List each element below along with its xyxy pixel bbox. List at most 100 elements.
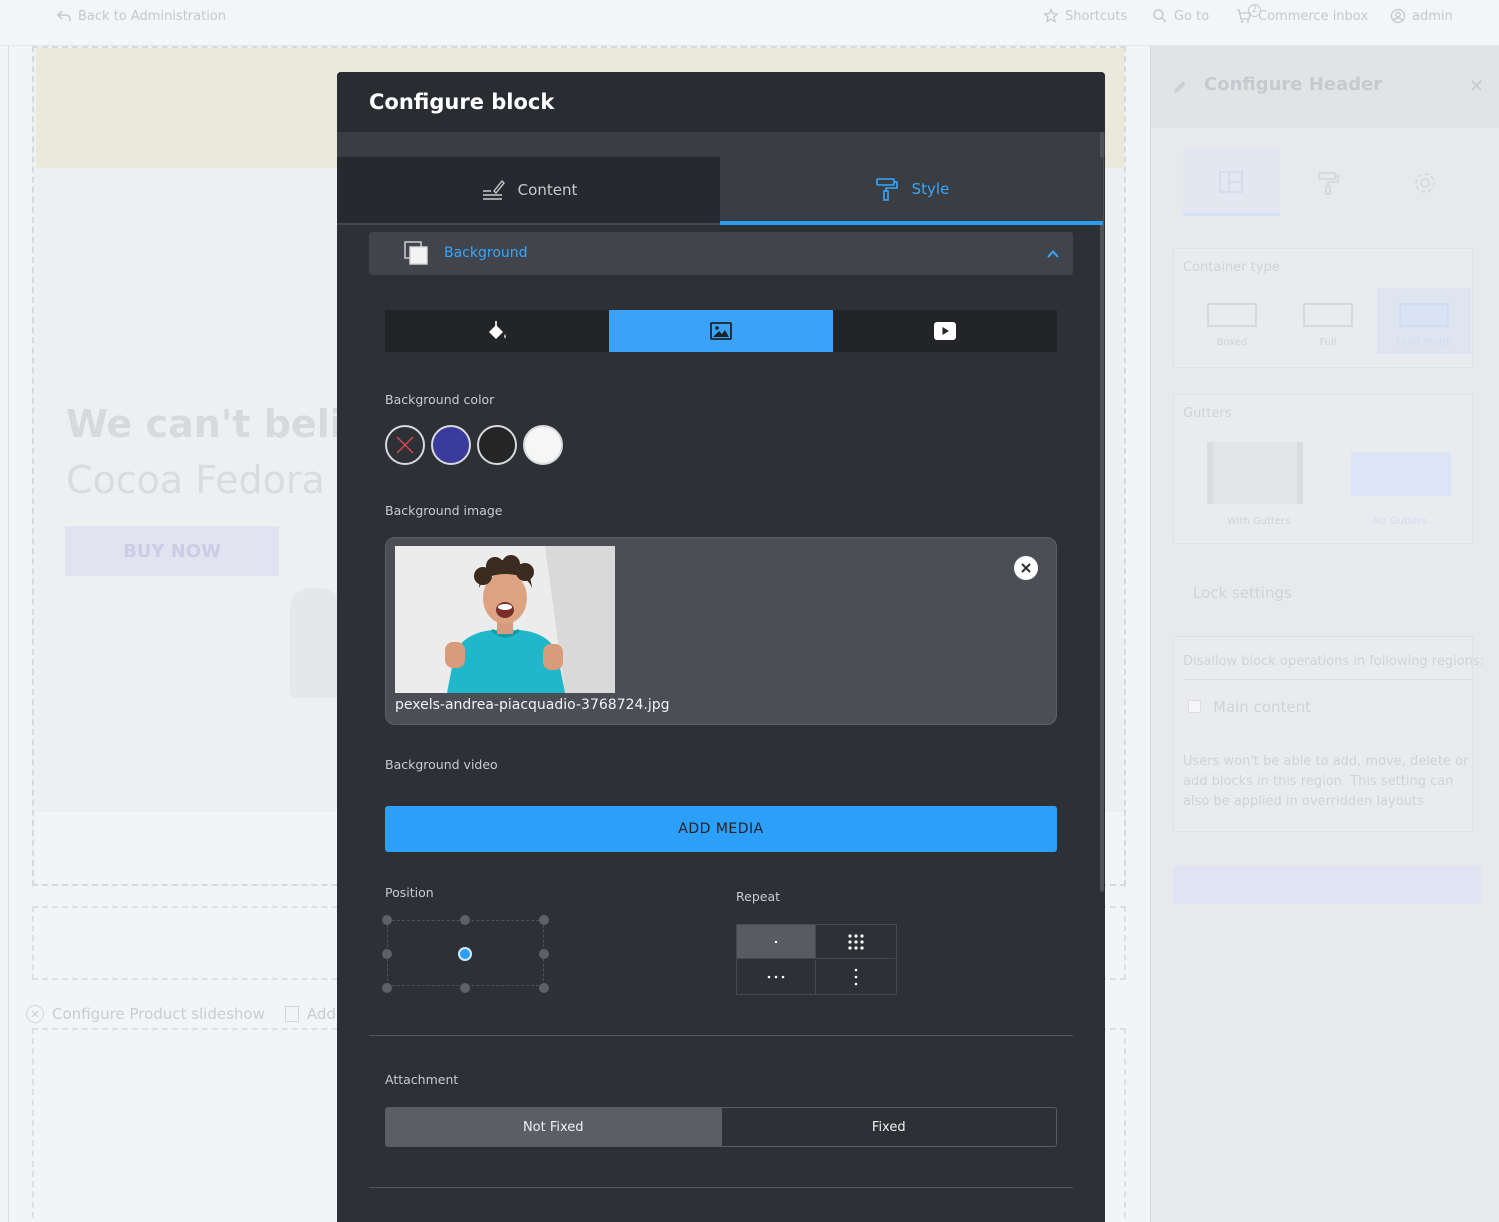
tab-style[interactable]	[1280, 150, 1377, 216]
scrollbar[interactable]	[1100, 132, 1104, 892]
position-top-right[interactable]	[539, 915, 549, 925]
vertical-dots-icon	[854, 968, 857, 986]
image-icon	[710, 322, 732, 340]
image-thumbnail[interactable]	[395, 546, 615, 693]
main-content-checkbox[interactable]	[1188, 700, 1201, 713]
swatch-white[interactable]	[523, 425, 563, 465]
edit-text-icon	[482, 179, 505, 200]
bg-video-label: Background video	[385, 757, 498, 772]
attachment-not-fixed[interactable]: Not Fixed	[386, 1108, 721, 1146]
background-section-header[interactable]: Background	[369, 232, 1073, 275]
back-to-admin-link[interactable]: Back to Administration	[56, 8, 226, 24]
panel-tabs	[1183, 150, 1473, 216]
horizontal-dots-icon	[767, 975, 785, 979]
main-content-label: Main content	[1213, 698, 1312, 716]
swatch-indigo[interactable]	[431, 425, 471, 465]
repeat-both[interactable]	[816, 925, 895, 959]
paint-roller-icon	[875, 178, 898, 201]
tab-layout[interactable]	[1183, 150, 1280, 216]
bg-type-video[interactable]	[833, 310, 1057, 352]
shortcuts-link[interactable]: Shortcuts	[1043, 8, 1127, 24]
no-gutters-label: No Gutters	[1373, 516, 1428, 527]
dot-icon	[774, 940, 778, 943]
disallow-label: Disallow block operations in following r…	[1183, 654, 1485, 669]
position-bottom-left[interactable]	[382, 983, 392, 993]
boxed-label: Boxed	[1216, 337, 1248, 348]
position-top-left[interactable]	[382, 915, 392, 925]
swatch-none[interactable]	[385, 425, 425, 465]
tab-style-label: Style	[911, 180, 950, 198]
container-boxed-option[interactable]: Boxed	[1185, 288, 1279, 354]
shortcuts-label: Shortcuts	[1065, 8, 1128, 24]
paint-roller-icon	[1318, 172, 1339, 195]
modal-tabs: Content Style	[337, 157, 1103, 225]
back-to-admin-label: Back to Administration	[78, 8, 227, 24]
canvas-edge	[8, 46, 9, 1222]
user-icon	[1390, 8, 1406, 24]
full-shape	[1303, 303, 1353, 327]
position-center[interactable]	[458, 947, 472, 961]
layers-icon	[404, 241, 428, 265]
configure-block-modal: Configure block Content Style Background	[337, 72, 1105, 1222]
position-label: Position	[385, 885, 434, 900]
commerce-inbox-label: Commerce inbox	[1258, 8, 1369, 24]
bg-type-color[interactable]	[385, 310, 609, 352]
position-grid	[382, 915, 549, 993]
configure-slideshow-link[interactable]: Configure Product slideshow	[52, 1005, 265, 1023]
attachment-fixed[interactable]: Fixed	[720, 1108, 1057, 1146]
back-arrow-icon	[56, 10, 71, 21]
repeat-x[interactable]	[737, 960, 816, 994]
repeat-y[interactable]	[816, 960, 895, 994]
panel-header: Configure Header ✕	[1151, 46, 1499, 128]
modal-header: Configure block	[337, 72, 1105, 132]
pencil-icon	[1174, 81, 1186, 93]
hero-product-image	[290, 588, 340, 698]
buy-now-button[interactable]: BUY NOW	[65, 526, 279, 576]
image-filename: pexels-andrea-piacquadio-3768724.jpg	[395, 697, 670, 713]
bg-type-image[interactable]	[609, 310, 833, 352]
paint-bucket-icon	[489, 321, 506, 339]
swatch-black[interactable]	[477, 425, 517, 465]
user-menu[interactable]: admin	[1390, 8, 1453, 24]
container-type-label: Container type	[1183, 260, 1280, 275]
gutters-label: Gutters	[1183, 406, 1232, 421]
close-icon[interactable]: ✕	[1469, 76, 1484, 97]
position-top-center[interactable]	[460, 915, 470, 925]
with-gutters-option[interactable]	[1207, 442, 1303, 504]
boxed-shape	[1207, 303, 1257, 327]
goto-link[interactable]: Go to	[1152, 8, 1209, 24]
gear-icon	[1414, 173, 1435, 193]
save-button[interactable]	[1173, 866, 1481, 904]
add-block-label[interactable]: Add	[307, 1005, 336, 1023]
close-icon	[1021, 563, 1031, 573]
no-color-icon	[396, 436, 414, 454]
add-block-icon[interactable]	[284, 1006, 299, 1022]
full-label: Full	[1319, 337, 1337, 348]
remove-image-button[interactable]	[1014, 556, 1038, 580]
search-icon	[1153, 9, 1167, 23]
container-full-option[interactable]: Full	[1281, 288, 1375, 354]
layout-icon	[1219, 170, 1244, 193]
user-label: admin	[1412, 8, 1453, 24]
background-type-selector	[385, 310, 1057, 352]
position-bottom-center[interactable]	[460, 983, 470, 993]
section-divider	[369, 1035, 1073, 1036]
bg-image-label: Background image	[385, 503, 503, 518]
position-bottom-right[interactable]	[539, 983, 549, 993]
position-center-right[interactable]	[539, 949, 549, 959]
commerce-inbox-link[interactable]: 2 Commerce inbox	[1236, 4, 1369, 24]
bg-color-label: Background color	[385, 392, 495, 407]
tab-settings[interactable]	[1376, 150, 1473, 216]
color-swatches	[385, 425, 563, 465]
divider	[1183, 679, 1473, 680]
tab-style[interactable]: Style	[720, 157, 1103, 225]
close-icon[interactable]: ✕	[26, 1005, 44, 1023]
tab-content-label: Content	[517, 181, 578, 199]
no-gutters-option[interactable]	[1351, 452, 1451, 496]
fluid-shape	[1399, 303, 1449, 327]
position-center-left[interactable]	[382, 949, 392, 959]
tab-content[interactable]: Content	[337, 157, 720, 223]
container-fluid-option[interactable]: Fluid Width	[1377, 288, 1471, 354]
add-media-button[interactable]: ADD MEDIA	[385, 806, 1057, 852]
repeat-none[interactable]	[737, 925, 816, 959]
